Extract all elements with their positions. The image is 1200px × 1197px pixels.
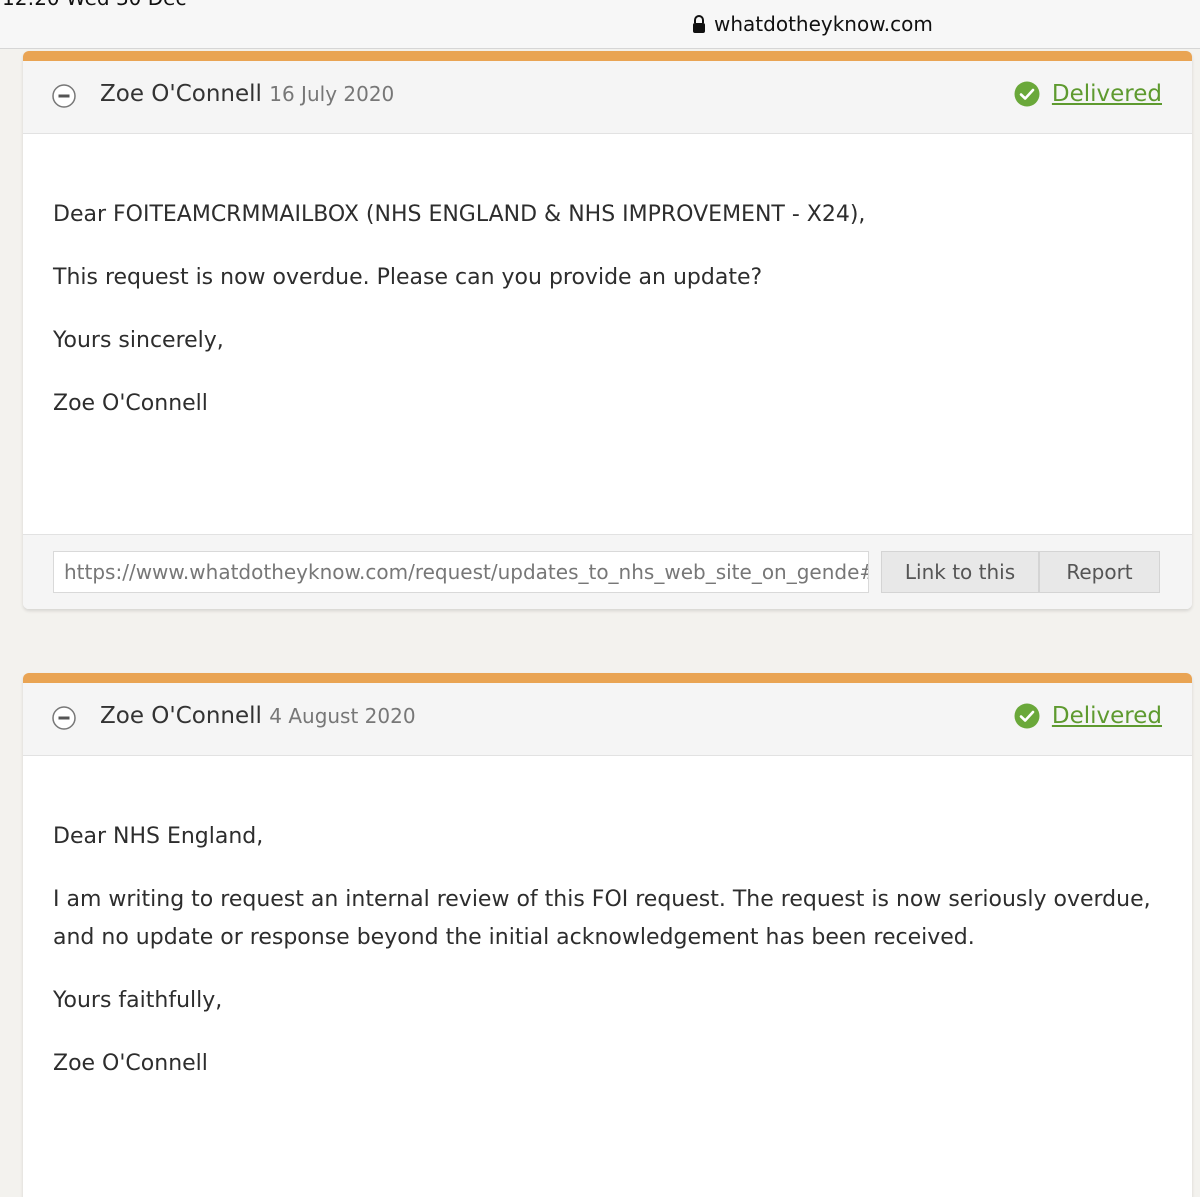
message-paragraph: Zoe O'Connell [53,391,208,416]
message-paragraph: Dear NHS England, [53,824,264,849]
message-paragraph: Zoe O'Connell [53,1051,208,1076]
message-paragraph: Yours sincerely, [53,328,224,353]
message-header: Zoe O'Connell 16 July 2020 Delivered [23,61,1192,134]
message-card: Zoe O'Connell 16 July 2020 Delivered Dea… [23,51,1192,609]
message-paragraph: I am writing to request an internal revi… [53,887,1151,950]
message-paragraph: This request is now overdue. Please can … [53,265,763,290]
minus-circle-icon[interactable] [52,706,76,730]
message-sender: Zoe O'Connell 4 August 2020 [100,703,416,729]
delivery-status: Delivered [1014,703,1162,729]
page-content[interactable]: Zoe O'Connell 16 July 2020 Delivered Dea… [0,49,1200,1197]
link-to-this-button[interactable]: Link to this [881,551,1039,593]
lock-icon [693,15,705,33]
message-footer: https://www.whatdotheyknow.com/request/u… [23,534,1192,609]
sender-name: Zoe O'Connell [100,81,262,107]
sender-name: Zoe O'Connell [100,703,262,729]
message-body: Dear FOITEAMCRMMAILBOX (NHS ENGLAND & NH… [23,134,1192,423]
message-header: Zoe O'Connell 4 August 2020 Delivered [23,683,1192,756]
browser-status-bar: 12:20 Wed 30 Dec whatdotheyknow.com [0,0,1200,49]
check-circle-icon [1014,81,1040,107]
check-circle-icon [1014,703,1040,729]
delivery-status: Delivered [1014,81,1162,107]
message-sender: Zoe O'Connell 16 July 2020 [100,81,394,107]
message-body: Dear NHS England, I am writing to reques… [23,756,1192,1083]
message-paragraph: Yours faithfully, [53,988,223,1013]
message-date: 16 July 2020 [269,82,395,106]
message-date: 4 August 2020 [269,704,416,728]
address-bar[interactable]: whatdotheyknow.com [692,12,933,36]
url-text: whatdotheyknow.com [714,12,933,36]
message-paragraph: Dear FOITEAMCRMMAILBOX (NHS ENGLAND & NH… [53,202,866,227]
minus-circle-icon[interactable] [52,84,76,108]
delivered-link[interactable]: Delivered [1052,81,1162,107]
message-card: Zoe O'Connell 4 August 2020 Delivered De… [23,673,1192,1197]
status-time: 12:20 Wed 30 Dec [2,0,186,10]
report-button[interactable]: Report [1039,551,1160,593]
permalink-field[interactable]: https://www.whatdotheyknow.com/request/u… [53,551,869,593]
delivered-link[interactable]: Delivered [1052,703,1162,729]
